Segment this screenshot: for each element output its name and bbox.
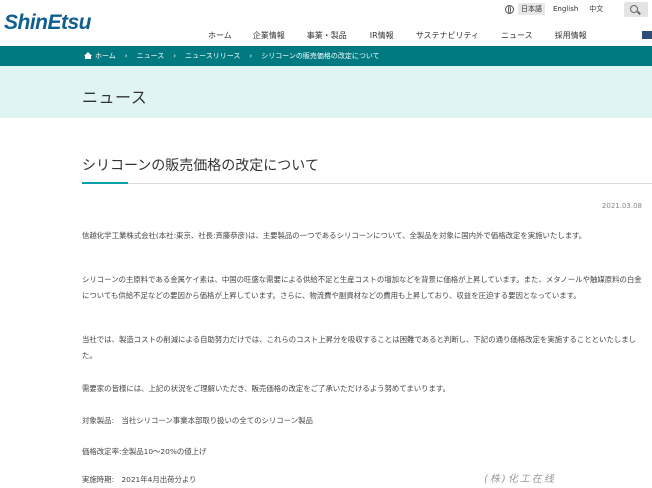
article-price-change: 価格改定率:全製品10～20%の値上げ: [82, 447, 207, 456]
nav-company[interactable]: 企業情報: [253, 30, 285, 41]
breadcrumb-news-release[interactable]: ニュースリリース: [185, 51, 240, 61]
site-header: ShinEtsu 日本語 English 中文 ホーム 企業情報 事業・製品 I…: [0, 0, 652, 46]
search-button[interactable]: [624, 2, 648, 17]
lang-ja-link[interactable]: 日本語: [518, 3, 545, 15]
page-title: ニュース: [82, 88, 148, 107]
article-paragraph-2: シリコーンの主原料である金属ケイ素は、中国の旺盛な需要による供給不足と生産コスト…: [82, 275, 642, 300]
article-target-products: 対象製品: 当社シリコーン事業本部取り扱いの全てのシリコーン製品: [82, 416, 313, 425]
breadcrumb-home[interactable]: ホーム: [95, 51, 116, 61]
article-paragraph-4: 需要家の皆様には、上記の状況をご理解いただき、販売価格の改定をご了承いただけるよ…: [82, 384, 450, 393]
article-paragraph-3: 当社では、製造コストの削減による自助努力だけでは、これらのコスト上昇分を吸収する…: [82, 335, 637, 360]
language-switcher: 日本語 English 中文: [505, 3, 606, 15]
watermark: (株)化工在线: [484, 474, 556, 485]
breadcrumb: ホーム › ニュース › ニュースリリース › シリコーンの販売価格の改定につい…: [84, 51, 380, 61]
article-title: シリコーンの販売価格の改定について: [82, 158, 319, 174]
article-date: 2021.03.08: [601, 202, 642, 210]
title-divider-accent: [82, 182, 128, 184]
chevron-right-icon: ›: [173, 52, 177, 60]
nav-home[interactable]: ホーム: [208, 30, 232, 41]
home-icon: [84, 52, 92, 59]
breadcrumb-current: シリコーンの販売価格の改定について: [261, 52, 380, 60]
breadcrumb-bar: ホーム › ニュース › ニュースリリース › シリコーンの販売価格の改定につい…: [0, 46, 652, 66]
nav-sustainability[interactable]: サステナビリティ: [416, 30, 479, 41]
nav-products[interactable]: 事業・製品: [307, 30, 347, 41]
nav-news[interactable]: ニュース: [501, 30, 533, 41]
breadcrumb-news[interactable]: ニュース: [137, 51, 165, 61]
main-nav: ホーム 企業情報 事業・製品 IR情報 サステナビリティ ニュース 採用情報: [208, 30, 587, 41]
page-title-band: ニュース: [0, 66, 652, 118]
nav-ir[interactable]: IR情報: [370, 30, 394, 41]
nav-recruit[interactable]: 採用情報: [555, 30, 587, 41]
chevron-right-icon: ›: [249, 52, 253, 60]
lang-zh-link[interactable]: 中文: [586, 3, 606, 15]
chevron-right-icon: ›: [124, 52, 128, 60]
search-icon: [630, 5, 638, 13]
title-divider: [82, 183, 652, 184]
globe-icon: [505, 4, 514, 14]
mail-icon[interactable]: [642, 31, 652, 39]
article-paragraph-1: 信越化学工業株式会社(本社:東京、社長:斉藤恭彦)は、主要製品の一つであるシリコ…: [82, 231, 587, 240]
shinetsu-logo[interactable]: ShinEtsu: [4, 11, 92, 35]
lang-en-link[interactable]: English: [550, 4, 581, 14]
